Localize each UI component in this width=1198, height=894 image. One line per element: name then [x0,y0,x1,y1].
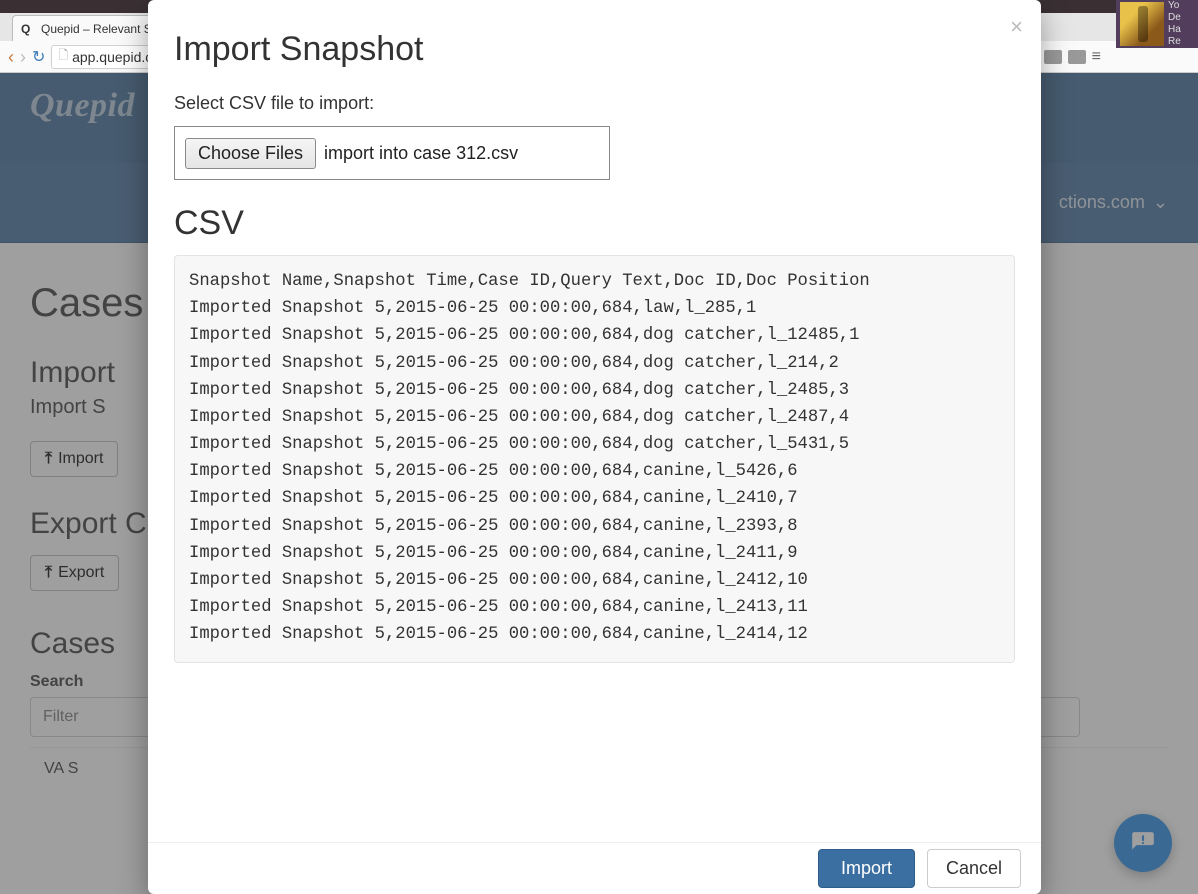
import-snapshot-modal: × Import Snapshot Select CSV file to imp… [148,0,1041,894]
top-user-widget[interactable]: Yo De Ha Re [1116,0,1198,48]
file-input-row[interactable]: Choose Files import into case 312.csv [174,126,610,180]
favicon-icon: Q [21,22,35,36]
csv-heading: CSV [174,204,1015,243]
ext-grey1-icon[interactable] [1044,50,1062,64]
import-submit-button[interactable]: Import [818,849,915,888]
file-select-label: Select CSV file to import: [174,93,1015,114]
tab-title: Quepid – Relevant S [41,22,152,36]
widget-line1: Yo [1168,0,1181,12]
widget-line2: De [1168,12,1181,24]
modal-footer: Import Cancel [148,842,1041,894]
reload-icon[interactable]: ↻ [32,47,45,67]
forward-icon: › [20,48,26,66]
selected-file-name: import into case 312.csv [324,143,518,164]
cancel-button[interactable]: Cancel [927,849,1021,888]
choose-files-button[interactable]: Choose Files [185,138,316,169]
widget-line4: Re [1168,36,1181,48]
close-icon[interactable]: × [1010,14,1023,40]
back-icon[interactable]: ‹ [8,48,14,66]
album-art-icon [1120,2,1164,46]
csv-preview[interactable]: Snapshot Name,Snapshot Time,Case ID,Quer… [174,255,1015,663]
widget-line3: Ha [1168,24,1181,36]
modal-title: Import Snapshot [174,30,1015,69]
page-icon: 🗋 [58,46,68,67]
menu-icon[interactable]: ≡ [1092,48,1101,66]
ext-grey2-icon[interactable] [1068,50,1086,64]
